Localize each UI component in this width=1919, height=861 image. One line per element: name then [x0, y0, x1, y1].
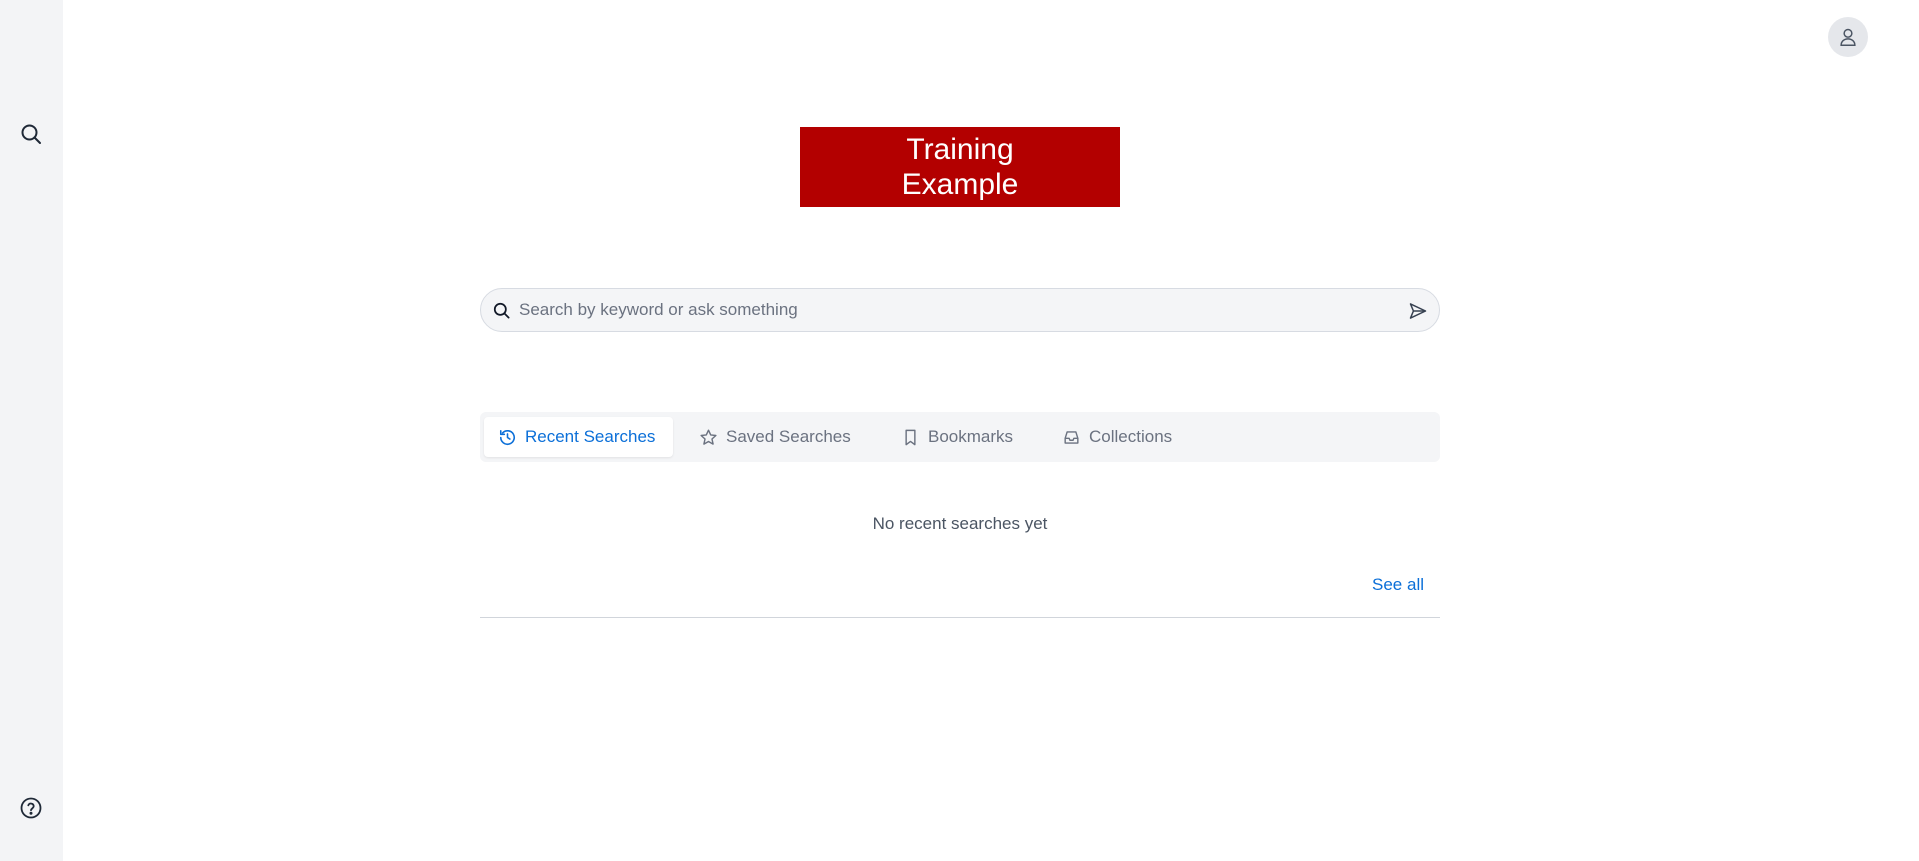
- help-icon: [20, 797, 42, 819]
- tab-recent-searches-label: Recent Searches: [525, 427, 656, 446]
- search-bar: [480, 288, 1440, 332]
- search-input[interactable]: [517, 291, 1377, 329]
- training-example-banner: Training Example: [800, 127, 1120, 207]
- tab-collections[interactable]: Collections: [1048, 417, 1186, 457]
- help-button[interactable]: [11, 788, 51, 828]
- tab-recent-searches[interactable]: Recent Searches: [484, 417, 673, 457]
- star-icon: [700, 429, 717, 445]
- user-avatar-button[interactable]: [1828, 17, 1868, 57]
- inbox-icon: [1064, 430, 1079, 444]
- banner-line-1: Training: [906, 133, 1014, 166]
- history-icon: [499, 429, 515, 445]
- section-divider: [480, 617, 1440, 618]
- user-icon: [1840, 28, 1856, 46]
- recent-searches-empty-message: No recent searches yet: [872, 514, 1048, 533]
- tab-saved-searches[interactable]: Saved Searches: [685, 417, 865, 457]
- tab-bookmarks[interactable]: Bookmarks: [887, 417, 1027, 457]
- search-field-icon: [491, 300, 511, 320]
- banner-line-2: Example: [901, 168, 1019, 201]
- history-tabs: Recent Searches Saved Searches Bookmarks…: [480, 412, 1440, 462]
- left-sidebar: [0, 0, 63, 861]
- bookmark-icon: [905, 429, 916, 445]
- tab-saved-searches-label: Saved Searches: [726, 427, 851, 446]
- sidebar-search-button[interactable]: [11, 114, 51, 154]
- tab-collections-label: Collections: [1089, 427, 1173, 446]
- send-icon: [1409, 303, 1427, 319]
- search-submit-button[interactable]: [1405, 298, 1431, 324]
- see-all-link[interactable]: See all: [1360, 575, 1424, 595]
- search-icon: [21, 124, 41, 144]
- search-icon: [493, 302, 509, 318]
- tab-bookmarks-label: Bookmarks: [928, 427, 1014, 446]
